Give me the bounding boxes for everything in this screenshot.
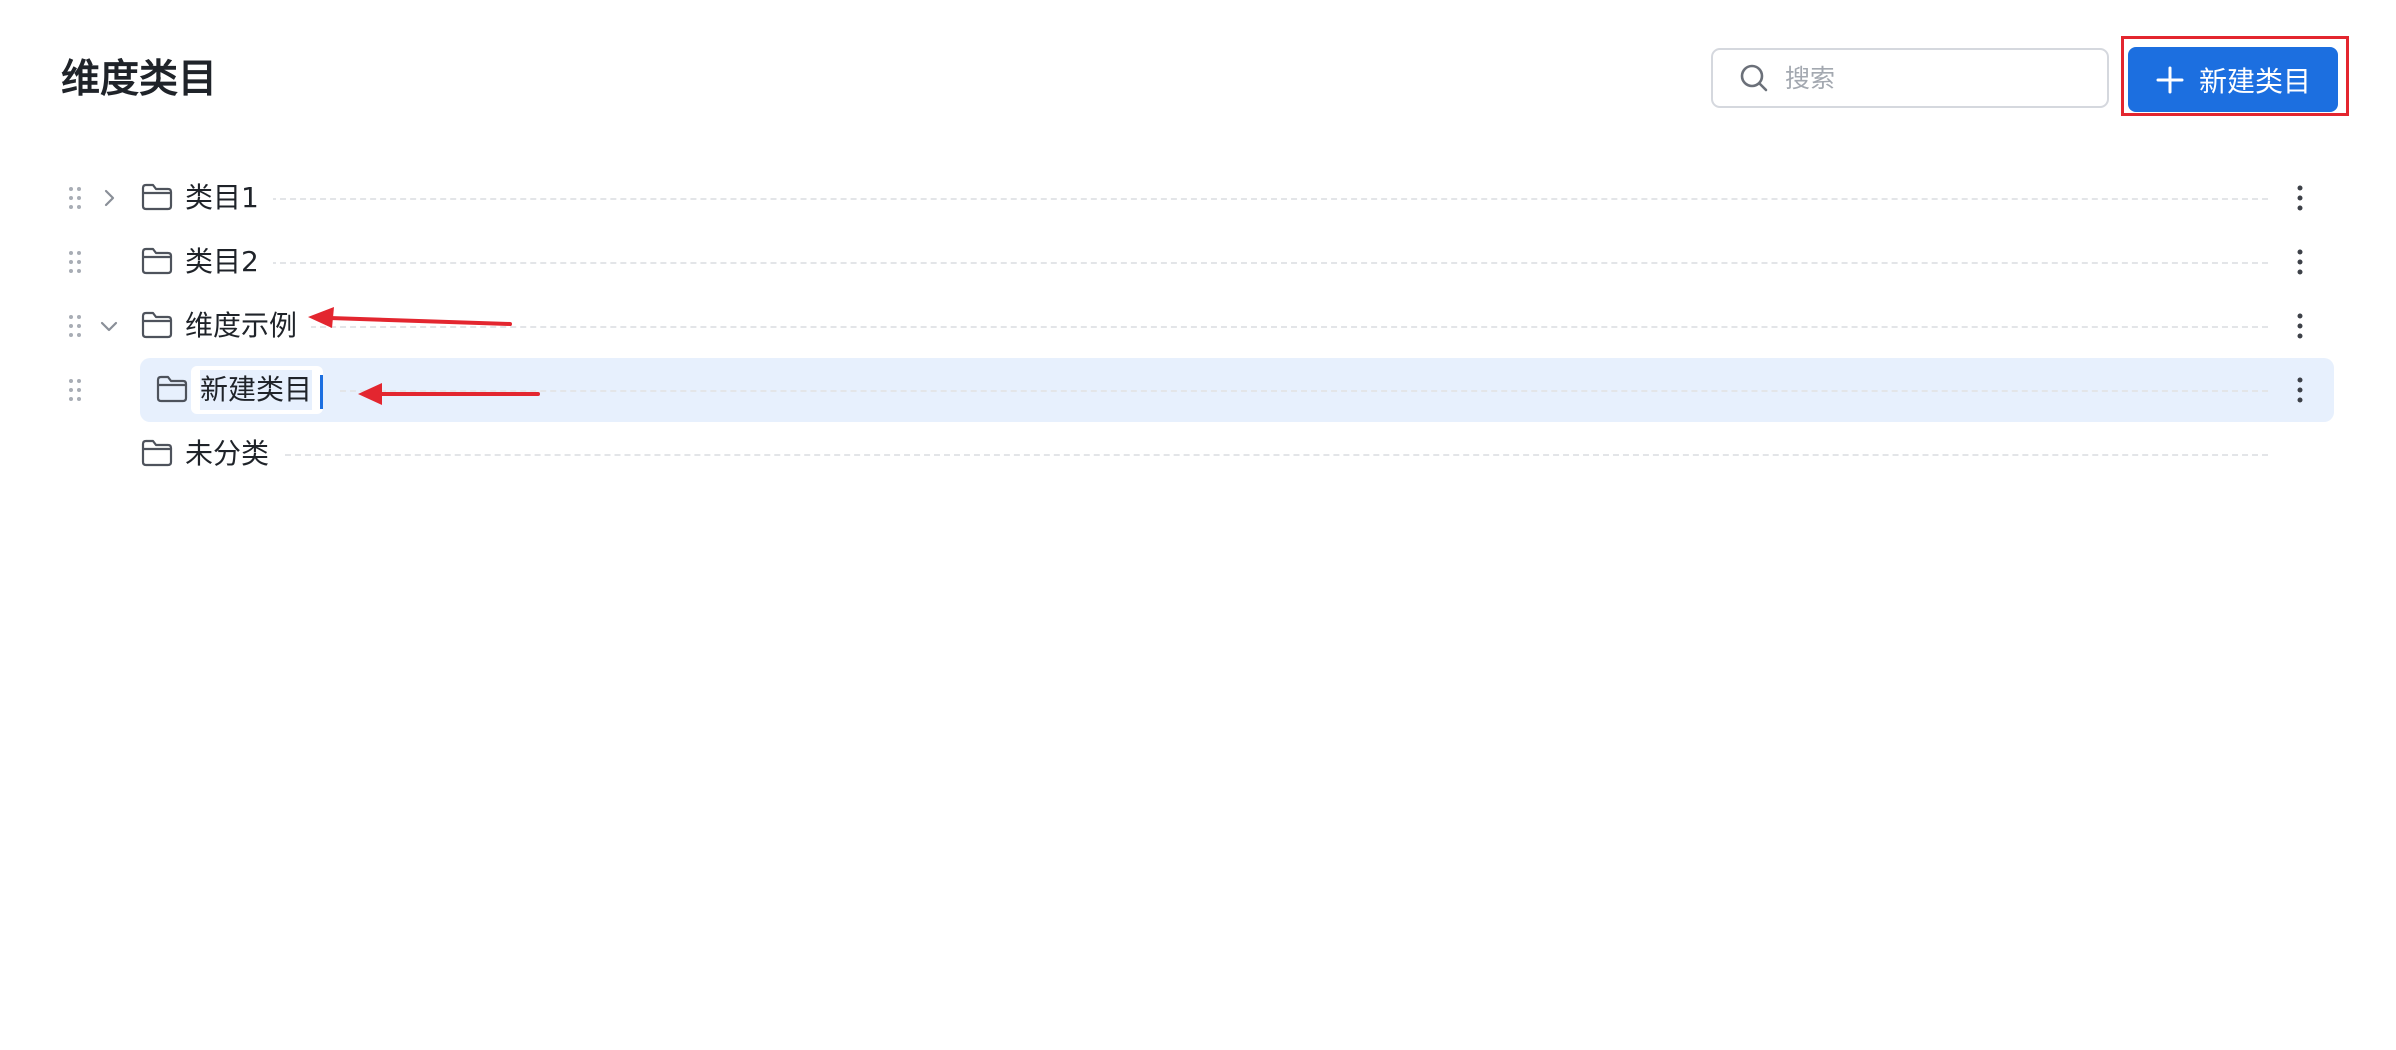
annotation-arrows xyxy=(308,307,540,405)
annotation-arrow-1 xyxy=(308,307,512,328)
annotation-arrow-2 xyxy=(358,383,540,405)
